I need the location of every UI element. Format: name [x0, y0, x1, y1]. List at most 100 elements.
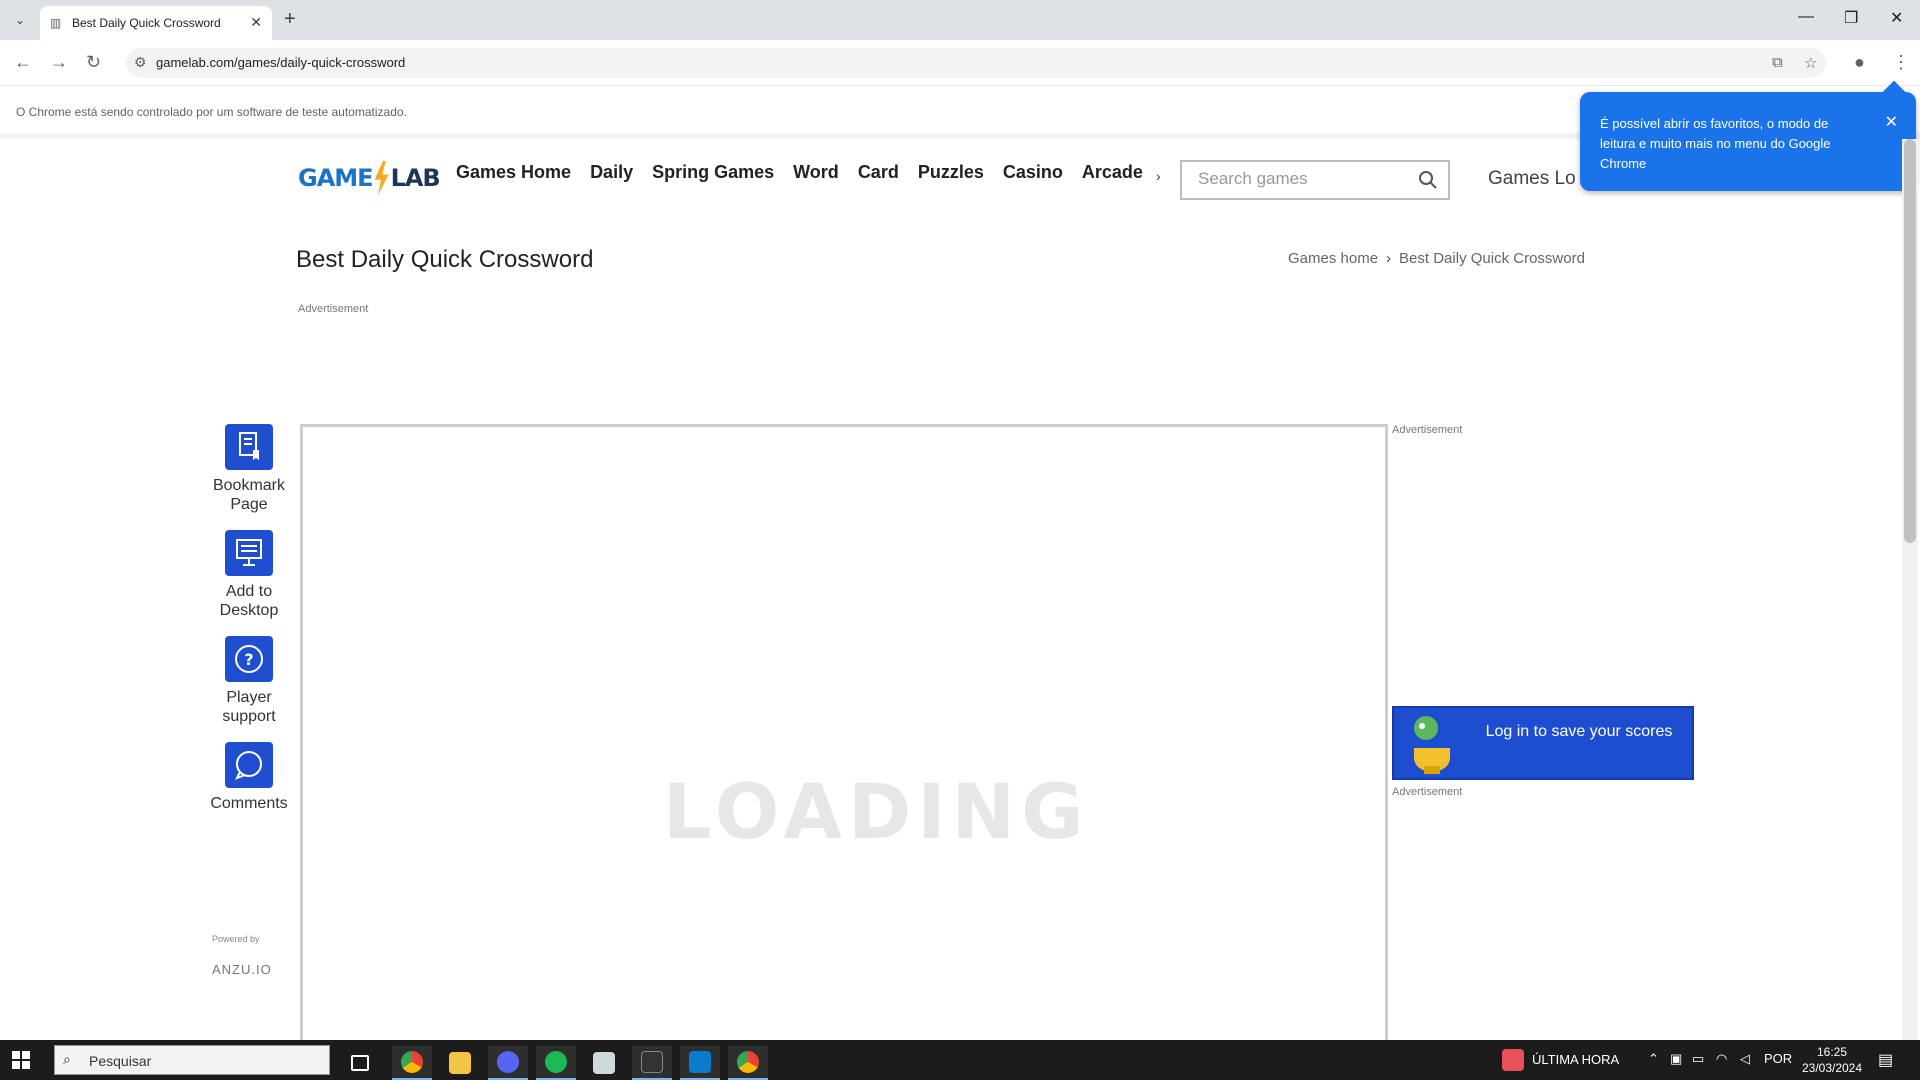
vscode-icon[interactable] — [680, 1046, 720, 1080]
chrome-automation-icon[interactable] — [728, 1046, 768, 1080]
language-indicator[interactable]: POR — [1764, 1051, 1792, 1066]
gamelab-logo[interactable]: GAME LAB — [298, 158, 441, 198]
clock-date: 23/03/2024 — [1801, 1061, 1863, 1075]
nav-word[interactable]: Word — [793, 162, 839, 183]
page-scrollbar[interactable] — [1902, 139, 1918, 1041]
news-headline[interactable]: ÚLTIMA HORA — [1532, 1052, 1619, 1067]
tab-favicon-icon: ▥ — [50, 16, 62, 30]
notifications-icon[interactable]: ▤ — [1878, 1050, 1893, 1070]
ad-label-top: Advertisement — [298, 303, 369, 315]
address-url[interactable]: gamelab.com/games/daily-quick-crossword — [156, 55, 405, 70]
comments-tool[interactable]: Comments — [208, 742, 290, 813]
breadcrumb-chevron-icon: › — [1386, 250, 1392, 267]
svg-text:?: ? — [244, 650, 253, 669]
battery-icon[interactable]: ▭ — [1692, 1051, 1704, 1067]
comment-bubble-icon — [225, 742, 273, 788]
bubble-text: É possível abrir os favoritos, o modo de… — [1600, 116, 1831, 171]
nav-arcade[interactable]: Arcade — [1082, 162, 1143, 183]
taskbar-search[interactable]: ⌕ Pesquisar — [54, 1045, 330, 1075]
loading-text: LOADING — [663, 767, 1090, 856]
windows-start-icon[interactable] — [12, 1051, 30, 1069]
browser-toolbar: ← → ↻ ⚙ gamelab.com/games/daily-quick-cr… — [0, 40, 1920, 86]
desktop-icon — [225, 530, 273, 576]
lightning-bolt-icon — [374, 161, 389, 195]
forward-icon[interactable]: → — [50, 52, 68, 73]
news-icon[interactable] — [1502, 1049, 1524, 1071]
scrollbar-thumb[interactable] — [1904, 139, 1916, 543]
bubble-close-icon[interactable]: ✕ — [1885, 112, 1898, 132]
tray-app-icon[interactable]: ▣ — [1670, 1051, 1682, 1067]
taskbar-search-text: Pesquisar — [89, 1053, 152, 1069]
system-clock[interactable]: 16:25 23/03/2024 — [1796, 1044, 1868, 1076]
nav-puzzles[interactable]: Puzzles — [918, 162, 984, 183]
tab-title: Best Daily Quick Crossword — [72, 16, 221, 30]
tray-chevron-icon[interactable]: ⌃ — [1648, 1051, 1659, 1067]
breadcrumb: Games home › Best Daily Quick Crossword — [1288, 250, 1585, 267]
breadcrumb-current: Best Daily Quick Crossword — [1399, 250, 1585, 267]
breadcrumb-home[interactable]: Games home — [1288, 250, 1378, 267]
logo-text-lab: LAB — [390, 164, 441, 192]
notepad-icon[interactable] — [584, 1046, 624, 1080]
bookmark-star-icon[interactable]: ☆ — [1804, 54, 1817, 72]
tool-label: support — [222, 708, 276, 725]
search-icon[interactable] — [1418, 170, 1438, 190]
nav-more-chevron-icon[interactable]: › — [1156, 168, 1161, 184]
tab-close-icon[interactable]: ✕ — [250, 14, 262, 31]
player-support-tool[interactable]: ? Player support — [208, 636, 290, 726]
tool-label: Add to — [225, 583, 273, 600]
site-nav: Games Home Daily Spring Games Word Card … — [456, 162, 1143, 183]
bookmark-page-tool[interactable]: Bookmark Page — [208, 424, 290, 514]
bookmark-document-icon — [225, 424, 273, 470]
nav-games-home[interactable]: Games Home — [456, 162, 571, 183]
new-tab-button[interactable]: + — [284, 8, 296, 31]
trophy-mascot-icon — [1414, 716, 1450, 774]
close-window-icon[interactable]: ✕ — [1890, 8, 1903, 28]
nav-spring-games[interactable]: Spring Games — [652, 162, 774, 183]
login-banner-text: Log in to save your scores — [1485, 723, 1673, 740]
discord-icon[interactable] — [488, 1046, 528, 1080]
chrome-tip-bubble: É possível abrir os favoritos, o modo de… — [1580, 80, 1916, 191]
tool-label: Desktop — [219, 602, 279, 619]
logo-text-game: GAME — [298, 164, 374, 192]
menu-icon[interactable]: ⋮ — [1892, 52, 1910, 73]
games-lounge-link[interactable]: Games Lo — [1488, 168, 1576, 190]
back-icon[interactable]: ← — [14, 52, 32, 73]
spotify-icon[interactable] — [536, 1046, 576, 1080]
ad-label-right-lower: Advertisement — [1392, 786, 1463, 798]
file-explorer-icon[interactable] — [440, 1046, 480, 1080]
anzu-logo[interactable]: ANZU.IO — [212, 962, 272, 977]
nav-daily[interactable]: Daily — [590, 162, 633, 183]
tool-label: Bookmark — [212, 477, 286, 494]
nav-card[interactable]: Card — [858, 162, 899, 183]
browser-tabbar: ⌄ ▥ Best Daily Quick Crossword ✕ + — ❐ ✕ — [0, 0, 1920, 40]
nav-casino[interactable]: Casino — [1003, 162, 1063, 183]
clock-time: 16:25 — [1816, 1045, 1848, 1059]
ad-label-right: Advertisement — [1392, 424, 1463, 436]
login-save-scores-banner[interactable]: Log in to save your scores — [1392, 706, 1694, 780]
volume-icon[interactable]: ◁ — [1740, 1051, 1750, 1067]
search-input[interactable] — [1198, 162, 1408, 196]
tab-search-icon[interactable]: ⌄ — [10, 10, 30, 30]
infobar-text: O Chrome está sendo controlado por um so… — [16, 105, 407, 119]
minimize-icon[interactable]: — — [1798, 8, 1814, 26]
site-info-icon[interactable]: ⚙ — [134, 54, 147, 71]
chrome-taskbar-icon[interactable] — [392, 1046, 432, 1080]
add-to-desktop-tool[interactable]: Add to Desktop — [208, 530, 290, 620]
install-icon[interactable]: ⧉ — [1772, 54, 1783, 71]
tool-label: Page — [230, 496, 268, 513]
tool-label: Player — [226, 689, 272, 706]
profile-icon[interactable]: ● — [1854, 52, 1865, 73]
reload-icon[interactable]: ↻ — [86, 52, 101, 73]
game-frame[interactable]: LOADING — [300, 424, 1388, 1044]
browser-tab[interactable]: ▥ Best Daily Quick Crossword ✕ — [40, 6, 272, 40]
page-title: Best Daily Quick Crossword — [296, 246, 594, 273]
wifi-icon[interactable]: ◠ — [1716, 1051, 1727, 1067]
restore-icon[interactable]: ❐ — [1844, 8, 1858, 28]
site-search-box — [1180, 160, 1450, 200]
tool-label: Comments — [210, 795, 288, 812]
address-bar[interactable]: ⚙ gamelab.com/games/daily-quick-crosswor… — [126, 48, 1826, 78]
windows-taskbar: ⌕ Pesquisar ÚLTIMA HORA ⌃ ▣ ▭ ◠ ◁ POR 16… — [0, 1040, 1920, 1080]
search-icon: ⌕ — [63, 1051, 71, 1067]
terminal-icon[interactable] — [632, 1046, 672, 1080]
task-view-icon[interactable] — [340, 1046, 380, 1080]
